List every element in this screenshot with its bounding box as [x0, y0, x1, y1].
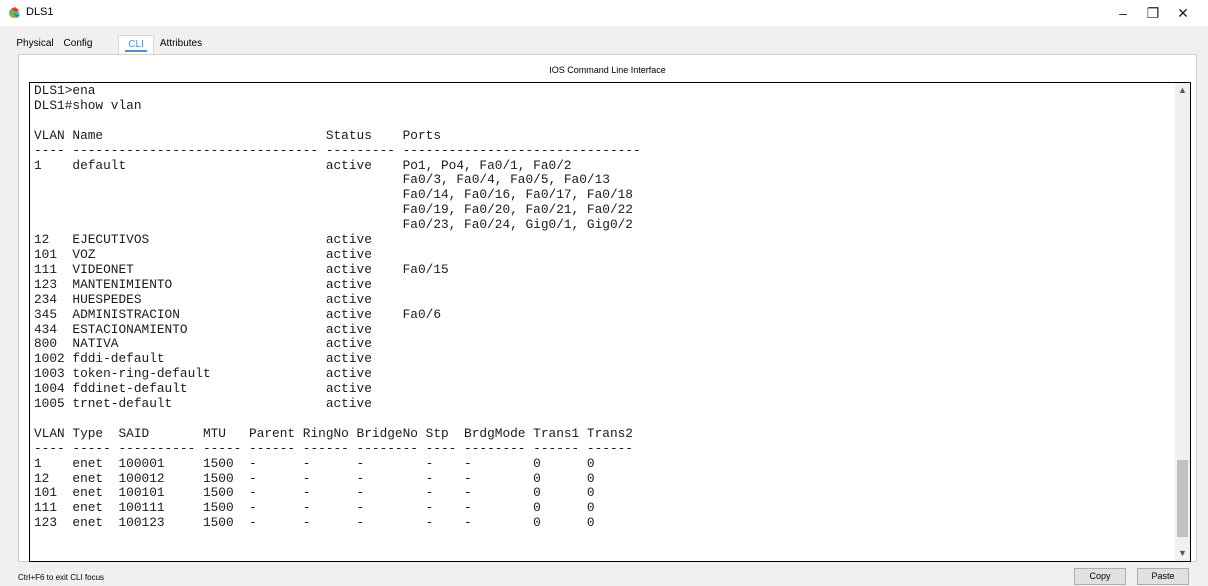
paste-button[interactable]: Paste [1137, 568, 1189, 585]
tab-physical[interactable]: Physical [14, 35, 56, 55]
packet-tracer-icon [8, 6, 22, 20]
cli-focus-hint: Ctrl+F6 to exit CLI focus [18, 573, 105, 582]
tab-cli[interactable]: CLI [118, 35, 154, 56]
scroll-thumb[interactable] [1177, 460, 1188, 537]
cli-output[interactable]: DLS1>ena DLS1#show vlan VLAN Name Status… [34, 83, 641, 531]
scroll-down-icon[interactable]: ▼ [1175, 546, 1190, 561]
close-button[interactable]: ✕ [1168, 0, 1198, 26]
scroll-up-icon[interactable]: ▲ [1175, 83, 1190, 98]
panel-title: IOS Command Line Interface [549, 65, 666, 75]
cli-panel: IOS Command Line Interface DLS1>ena DLS1… [18, 54, 1197, 562]
copy-button[interactable]: Copy [1074, 568, 1126, 585]
tab-config[interactable]: Config [60, 35, 96, 55]
window-title: DLS1 [26, 6, 54, 18]
vertical-scrollbar[interactable]: ▲ ▼ [1175, 83, 1190, 561]
title-bar: DLS1 – ❐ ✕ [0, 0, 1208, 26]
tab-attributes[interactable]: Attributes [154, 35, 208, 55]
tab-cli-label: CLI [128, 39, 144, 50]
maximize-button[interactable]: ❐ [1138, 0, 1168, 26]
cli-terminal[interactable]: DLS1>ena DLS1#show vlan VLAN Name Status… [29, 82, 1191, 562]
minimize-button[interactable]: – [1108, 0, 1138, 26]
